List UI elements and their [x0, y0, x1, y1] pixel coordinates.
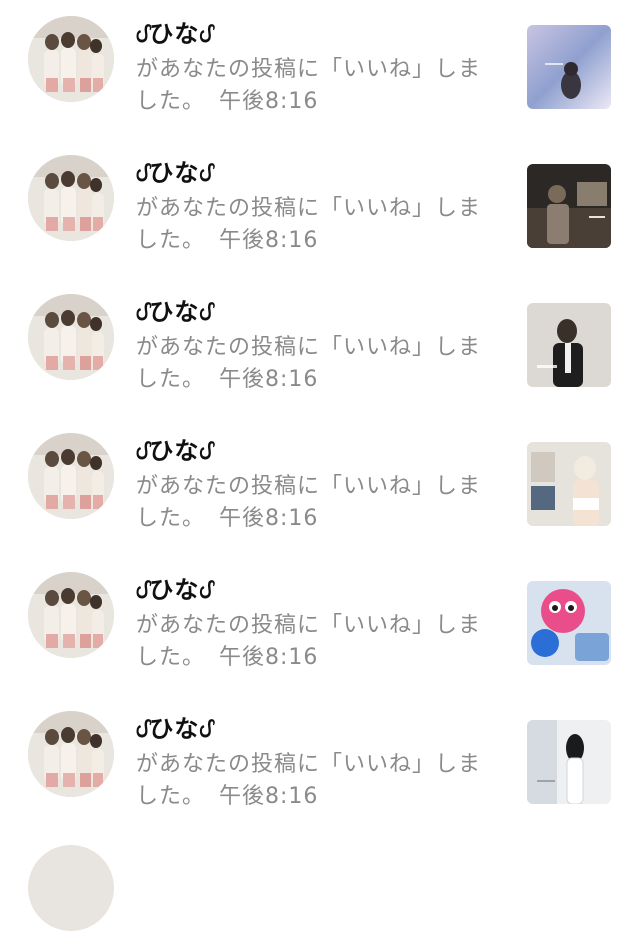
username[interactable]: ᦔひなᦔ: [136, 153, 496, 193]
post-thumbnail[interactable]: [527, 303, 611, 387]
notification-item[interactable]: ᦔひなᦔ があなたの投稿に「いいね」しました。 午後8:16: [0, 0, 640, 139]
user-photo-avatar: [28, 294, 114, 380]
timestamp: 午後8:16: [219, 645, 319, 670]
notification-text: ᦔひなᦔ があなたの投稿に「いいね」しました。 午後8:16: [136, 292, 496, 396]
username[interactable]: ᦔひなᦔ: [136, 431, 496, 471]
post-thumbnail-image: [527, 581, 611, 665]
user-photo-avatar: [28, 16, 114, 102]
username[interactable]: ᦔひなᦔ: [136, 570, 496, 610]
post-thumbnail-image: [527, 303, 611, 387]
notification-text: ᦔひなᦔ があなたの投稿に「いいね」しました。 午後8:16: [136, 431, 496, 535]
notification-item[interactable]: ᦔひなᦔ があなたの投稿に「いいね」しました。 午後8:16: [0, 139, 640, 278]
notification-item[interactable]: ᦔひなᦔ があなたの投稿に「いいね」しました。 午後8:16: [0, 417, 640, 556]
timestamp: 午後8:16: [219, 367, 319, 392]
user-photo-avatar: [28, 433, 114, 519]
notification-item[interactable]: ᦔひなᦔ があなたの投稿に「いいね」しました。 午後8:16: [0, 278, 640, 417]
post-thumbnail[interactable]: [527, 25, 611, 109]
post-thumbnail-image: [527, 720, 611, 804]
username[interactable]: ᦔひなᦔ: [136, 709, 496, 749]
notification-message: があなたの投稿に「いいね」しました。 午後8:16: [136, 471, 486, 535]
timestamp: 午後8:16: [219, 784, 319, 809]
post-thumbnail[interactable]: [527, 720, 611, 804]
user-avatar[interactable]: [28, 711, 114, 797]
user-avatar[interactable]: [28, 433, 114, 519]
notification-text: ᦔひなᦔ があなたの投稿に「いいね」しました。 午後8:16: [136, 709, 496, 813]
notification-text: ᦔひなᦔ があなたの投稿に「いいね」しました。 午後8:16: [136, 570, 496, 674]
timestamp: 午後8:16: [219, 506, 319, 531]
user-avatar[interactable]: [28, 294, 114, 380]
post-thumbnail-image: [527, 442, 611, 526]
user-photo-avatar: [28, 155, 114, 241]
notification-text: ᦔひなᦔ があなたの投稿に「いいね」しました。 午後8:16: [136, 153, 496, 257]
timestamp: 午後8:16: [219, 228, 319, 253]
notification-message: があなたの投稿に「いいね」しました。 午後8:16: [136, 610, 486, 674]
notification-message: があなたの投稿に「いいね」しました。 午後8:16: [136, 332, 486, 396]
notification-message: があなたの投稿に「いいね」しました。 午後8:16: [136, 54, 486, 118]
post-thumbnail-image: [527, 164, 611, 248]
post-thumbnail[interactable]: [527, 164, 611, 248]
user-avatar[interactable]: [28, 845, 114, 931]
timestamp: 午後8:16: [219, 89, 319, 114]
post-thumbnail[interactable]: [527, 442, 611, 526]
user-photo-avatar: [28, 572, 114, 658]
notification-item[interactable]: ᦔひなᦔ があなたの投稿に「いいね」しました。 午後8:16: [0, 556, 640, 695]
username[interactable]: ᦔひなᦔ: [136, 14, 496, 54]
user-avatar[interactable]: [28, 16, 114, 102]
user-photo-avatar: [28, 711, 114, 797]
username[interactable]: ᦔひなᦔ: [136, 292, 496, 332]
notification-item[interactable]: ᦔひなᦔ があなたの投稿に「いいね」しました。 午後8:16: [0, 695, 640, 834]
post-thumbnail-image: [527, 25, 611, 109]
user-avatar[interactable]: [28, 155, 114, 241]
post-thumbnail[interactable]: [527, 581, 611, 665]
notification-message: があなたの投稿に「いいね」しました。 午後8:16: [136, 749, 486, 813]
user-avatar[interactable]: [28, 572, 114, 658]
notification-message: があなたの投稿に「いいね」しました。 午後8:16: [136, 193, 486, 257]
notification-text: ᦔひなᦔ があなたの投稿に「いいね」しました。 午後8:16: [136, 14, 496, 118]
